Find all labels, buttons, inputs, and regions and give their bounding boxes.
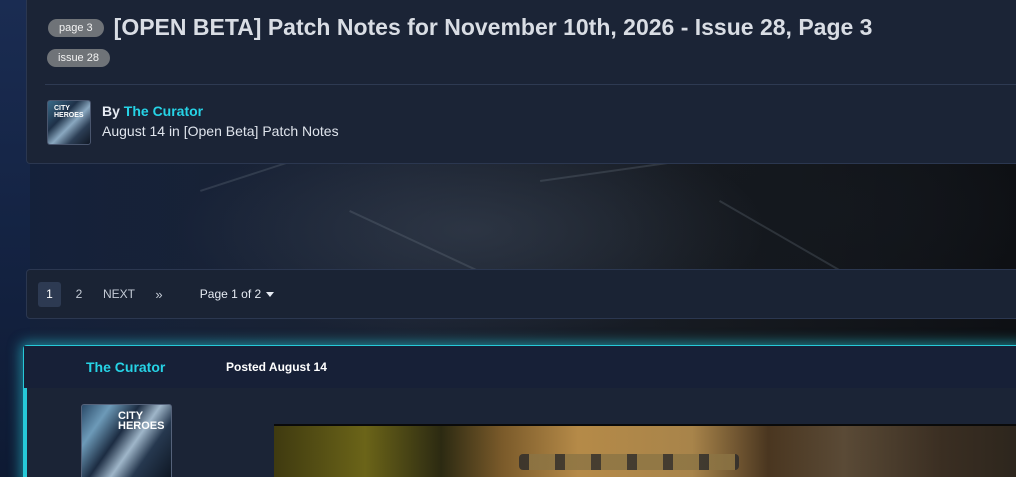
page-jump-dropdown[interactable]: Page 1 of 2 — [199, 282, 275, 307]
page-2-link[interactable]: 2 — [72, 282, 86, 307]
page-1-button[interactable]: 1 — [38, 282, 61, 307]
topic-header-card: page 3 [OPEN BETA] Patch Notes for Novem… — [26, 0, 1016, 164]
post-content-image — [274, 424, 1016, 477]
avatar-logo-text: CITY HEROES — [118, 410, 165, 432]
title-row: page 3 [OPEN BETA] Patch Notes for Novem… — [48, 14, 872, 41]
by-prefix: By — [102, 103, 120, 119]
author-meta: By The Curator August 14 in [Open Beta] … — [102, 103, 339, 145]
caret-down-icon — [266, 292, 275, 298]
avatar[interactable]: CITY HEROES — [47, 100, 91, 145]
post-accent-bar — [24, 388, 27, 477]
author-link[interactable]: The Curator — [124, 103, 203, 119]
post-date-forum: August 14 in [Open Beta] Patch Notes — [102, 123, 339, 139]
background-crack — [349, 210, 477, 271]
post-date: Posted August 14 — [226, 360, 327, 374]
page-title: [OPEN BETA] Patch Notes for November 10t… — [113, 14, 873, 40]
post-header: The Curator Posted August 14 — [24, 346, 1016, 388]
tag-badge-issue[interactable]: issue 28 — [47, 49, 110, 67]
last-page-icon[interactable]: » — [152, 282, 166, 307]
page-jump-label: Page 1 of 2 — [199, 287, 262, 301]
pagination-bar: 1 2 NEXT » Page 1 of 2 — [26, 269, 1016, 319]
next-page-link[interactable]: NEXT — [103, 282, 135, 307]
tag-badge-page[interactable]: page 3 — [48, 18, 104, 37]
divider — [45, 84, 1016, 85]
author-row: CITY HEROES By The Curator August 14 in … — [47, 100, 339, 145]
post-author-avatar[interactable]: CITY HEROES — [81, 404, 172, 477]
post-container: The Curator Posted August 14 CITY HEROES — [23, 345, 1016, 477]
avatar-logo-text: CITY HEROES — [54, 105, 84, 119]
post-author-link[interactable]: The Curator — [86, 359, 165, 375]
by-line: By The Curator — [102, 103, 339, 119]
